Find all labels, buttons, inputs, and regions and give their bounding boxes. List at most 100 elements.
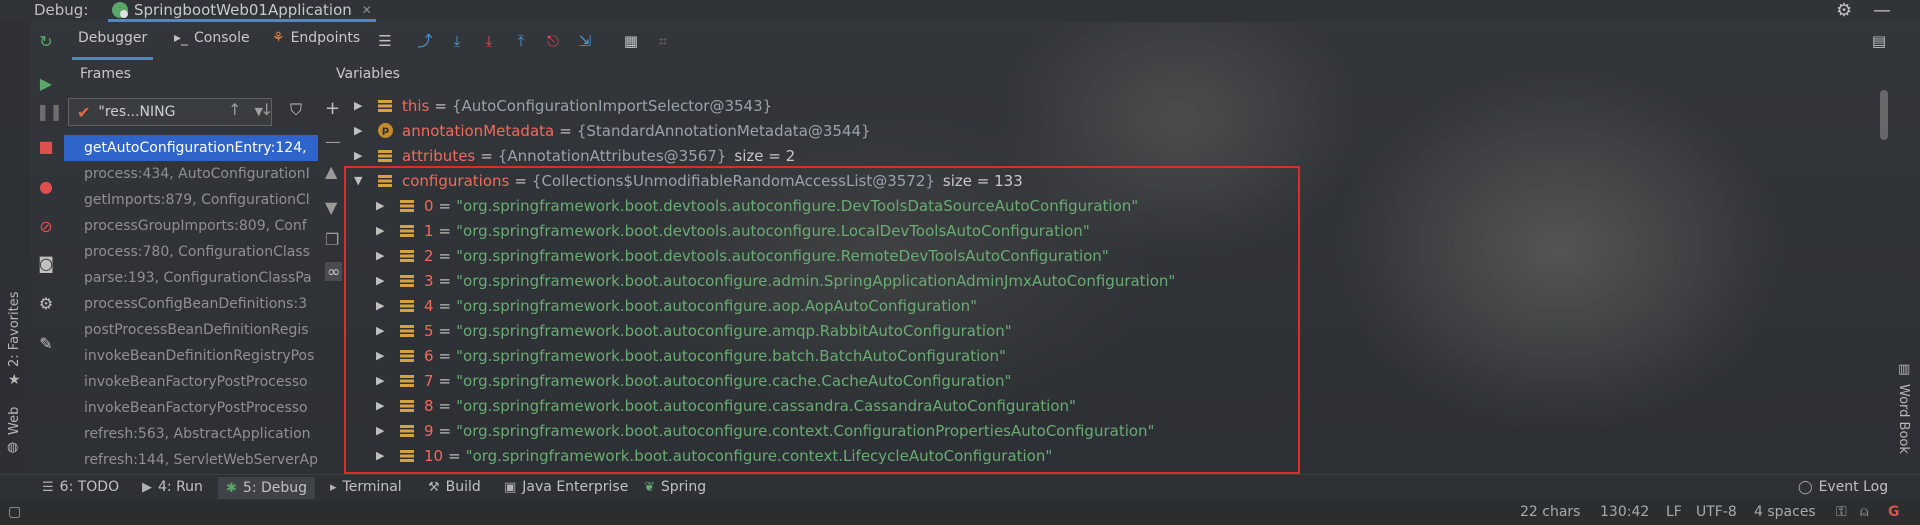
frame-item[interactable]: postProcessBeanDefinitionRegis [64,317,318,343]
expand-arrow-icon[interactable]: ▶ [376,249,390,262]
terminal-tab[interactable]: ▸ Terminal [330,479,402,495]
expand-arrow-icon[interactable]: ▶ [376,399,390,412]
variables-scrollbar[interactable] [1880,90,1888,140]
list-item[interactable]: ▶ 5 = "org.springframework.boot.autoconf… [376,318,1012,343]
frame-item[interactable]: refresh:563, AbstractApplication [64,421,318,447]
indent-setting[interactable]: 4 spaces [1754,504,1816,520]
tab-endpoints[interactable]: ⚘ Endpoints [272,30,360,60]
mute-breakpoints-icon[interactable]: ⊘ [36,217,56,237]
add-watch-icon[interactable]: + [325,98,340,119]
list-item[interactable]: ▶ 10 = "org.springframework.boot.autocon… [376,443,1052,468]
list-item[interactable]: ▶ 2 = "org.springframework.boot.devtools… [376,243,1109,268]
expand-arrow-icon[interactable]: ▶ [376,199,390,212]
tab-console[interactable]: ▸_ Console [174,30,250,60]
word-book-tab[interactable]: Word Book [1896,384,1911,454]
line-separator[interactable]: LF [1666,504,1682,520]
variable-row[interactable]: ▶ p annotationMetadata = {StandardAnnota… [354,118,871,143]
settings-icon[interactable]: ⚙ [36,294,56,314]
frame-down-icon[interactable]: ↓ [260,100,273,119]
favorites-tab[interactable]: 2: Favorites [7,291,22,367]
expand-arrow-icon[interactable]: ▶ [376,274,390,287]
list-item[interactable]: ▶ 4 = "org.springframework.boot.autoconf… [376,293,977,318]
file-encoding[interactable]: UTF-8 [1696,504,1737,520]
run-config-tab[interactable]: SpringbootWeb01Application ✕ [108,0,376,22]
list-item[interactable]: ▶ 7 = "org.springframework.boot.autoconf… [376,368,1011,393]
tab-debugger[interactable]: Debugger [72,30,154,60]
copy-icon[interactable]: ❐ [325,230,339,249]
frame-item[interactable]: processConfigBeanDefinitions:3 [64,291,318,317]
java-enterprise-icon: ▣ [504,479,517,495]
frame-item[interactable]: getAutoConfigurationEntry:124, [64,135,318,161]
expand-arrow-icon[interactable]: ▶ [376,374,390,387]
run-tab[interactable]: ▶ 4: Run [142,479,203,495]
list-item[interactable]: ▶ 0 = "org.springframework.boot.devtools… [376,193,1138,218]
frame-item[interactable]: invokeBeanFactoryPostProcesso [64,369,318,395]
run-to-cursor-icon[interactable]: ⇲ [574,30,596,52]
view-breakpoints-icon[interactable]: ● [36,177,56,197]
spring-tab[interactable]: ❦ Spring [644,479,706,495]
expand-arrow-icon[interactable]: ▶ [376,449,390,462]
frame-item[interactable]: refresh:144, ServletWebServerAp [64,447,318,473]
resume-icon[interactable]: ▶ [36,74,56,94]
toggle-tool-windows-icon[interactable]: ▢ [8,504,21,520]
variable-row[interactable]: ▼ configurations = {Collections$Unmodifi… [354,168,1023,193]
collapse-arrow-icon[interactable]: ▼ [354,174,368,187]
todo-tab[interactable]: ☰ 6: TODO [42,479,119,495]
web-tab[interactable]: Web [7,407,22,435]
frame-item[interactable]: getImports:879, ConfigurationCl [64,187,318,213]
rerun-icon[interactable]: ↻ [36,32,56,52]
item-value: "org.springframework.boot.autoconfigure.… [456,421,1155,440]
layout-menu-icon[interactable]: ☰ [374,30,396,52]
list-item[interactable]: ▶ 9 = "org.springframework.boot.autoconf… [376,418,1154,443]
build-tab[interactable]: ⚒ Build [428,479,481,495]
google-icon[interactable]: G [1888,504,1900,520]
list-item[interactable]: ▶ 3 = "org.springframework.boot.autoconf… [376,268,1175,293]
list-item[interactable]: ▶ 1 = "org.springframework.boot.devtools… [376,218,1090,243]
close-icon[interactable]: ✕ [362,3,372,17]
step-out-icon[interactable]: ⤒ [510,30,532,52]
expand-arrow-icon[interactable]: ▶ [376,349,390,362]
list-item[interactable]: ▶ 6 = "org.springframework.boot.autoconf… [376,343,1006,368]
gear-icon[interactable]: ⚙ [1836,0,1852,21]
debug-tab[interactable]: ✱ 5: Debug [218,477,316,499]
stop-icon[interactable]: ■ [36,137,56,157]
frame-up-icon[interactable]: ↑ [228,100,241,119]
minimize-icon[interactable]: — [1873,0,1891,21]
frame-item[interactable]: parse:193, ConfigurationClassPa [64,265,318,291]
drop-frame-icon[interactable]: ⎋ [542,30,564,52]
lock-icon[interactable]: ⚿ [1836,504,1847,520]
variable-row[interactable]: ▶ this = {AutoConfigurationImportSelecto… [354,93,772,118]
frame-item[interactable]: process:434, AutoConfigurationI [64,161,318,187]
filter-icon[interactable]: ⛉ [290,100,302,120]
expand-arrow-icon[interactable]: ▶ [376,224,390,237]
java-enterprise-tab[interactable]: ▣ Java Enterprise [504,479,628,495]
expand-arrow-icon[interactable]: ▶ [354,99,368,112]
remove-watch-icon[interactable]: — [325,132,341,151]
caret-position[interactable]: 130:42 [1600,504,1649,520]
pause-icon[interactable]: ❚❚ [36,102,63,122]
frame-item[interactable]: processGroupImports:809, Conf [64,213,318,239]
move-up-icon[interactable]: ▲ [325,162,337,181]
show-watches-icon[interactable]: ∞ [325,262,343,281]
expand-arrow-icon[interactable]: ▶ [354,124,368,137]
move-down-icon[interactable]: ▼ [325,198,337,217]
frame-item[interactable]: process:780, ConfigurationClass [64,239,318,265]
restore-layout-icon[interactable]: ▤ [1868,30,1890,52]
inspector-icon[interactable]: ⍝ [1860,504,1868,520]
variable-row[interactable]: ▶ attributes = {AnnotationAttributes@356… [354,143,795,168]
pin-icon[interactable]: ✎ [36,334,56,354]
camera-icon[interactable]: ◙ [36,254,56,274]
frame-item[interactable]: invokeBeanDefinitionRegistryPos [64,343,318,369]
expand-arrow-icon[interactable]: ▶ [376,299,390,312]
step-into-icon[interactable]: ⤓ [478,30,500,52]
show-execution-point-icon[interactable]: ⤴ [414,30,436,52]
evaluate-expression-icon[interactable]: ▦ [620,30,642,52]
expand-arrow-icon[interactable]: ▶ [376,424,390,437]
event-log-tab[interactable]: ◯ Event Log [1798,479,1888,495]
trace-icon[interactable]: ⌗ [652,30,674,52]
step-over-icon[interactable]: ⤓ [446,30,468,52]
list-item[interactable]: ▶ 8 = "org.springframework.boot.autoconf… [376,393,1076,418]
expand-arrow-icon[interactable]: ▶ [376,324,390,337]
frame-item[interactable]: invokeBeanFactoryPostProcesso [64,395,318,421]
expand-arrow-icon[interactable]: ▶ [354,149,368,162]
